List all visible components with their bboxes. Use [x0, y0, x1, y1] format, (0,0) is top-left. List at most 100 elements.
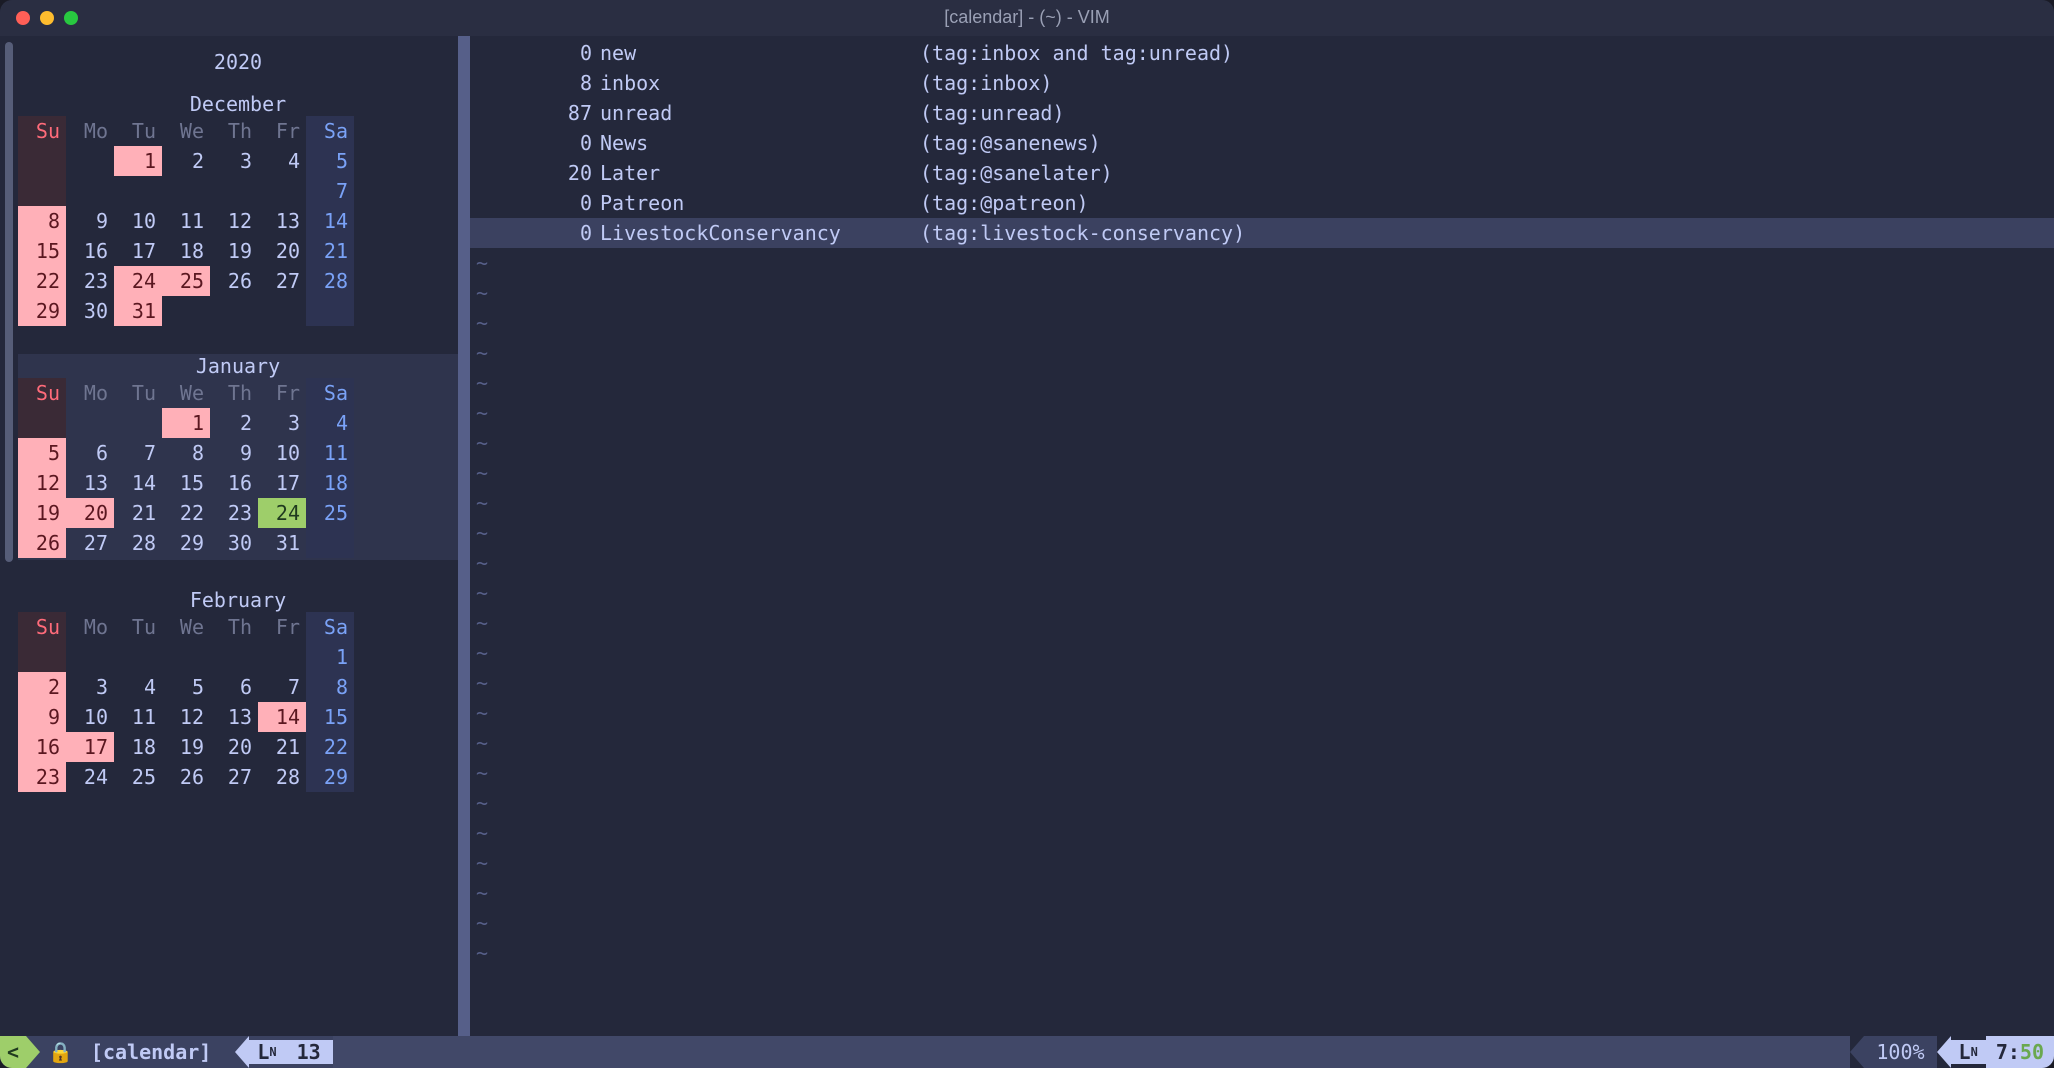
calendar-day[interactable]: 6 — [66, 438, 114, 468]
calendar-day[interactable]: 11 — [114, 702, 162, 732]
calendar-day[interactable]: 29 — [18, 296, 66, 326]
calendar-day[interactable]: 10 — [114, 206, 162, 236]
calendar-day[interactable]: 28 — [306, 266, 354, 296]
calendar-day[interactable]: 23 — [66, 266, 114, 296]
calendar-day[interactable]: 12 — [210, 206, 258, 236]
scrollbar-track[interactable] — [0, 36, 18, 1036]
calendar-day[interactable]: 11 — [162, 206, 210, 236]
calendar-day[interactable]: 3 — [210, 146, 258, 176]
calendar-day[interactable]: 21 — [258, 732, 306, 762]
calendar-day[interactable]: 13 — [210, 702, 258, 732]
calendar-day[interactable]: 3 — [66, 672, 114, 702]
calendar-day[interactable]: 15 — [306, 702, 354, 732]
calendar-day[interactable]: 20 — [210, 732, 258, 762]
calendar-sidebar[interactable]: 2020 DecemberSuMoTuWeThFrSa1234578910111… — [18, 36, 458, 1036]
calendar-day[interactable]: 8 — [162, 438, 210, 468]
calendar-day[interactable]: 17 — [66, 732, 114, 762]
calendar-day[interactable]: 11 — [306, 438, 354, 468]
calendar-day[interactable]: 31 — [258, 528, 306, 558]
calendar-day[interactable]: 24 — [66, 762, 114, 792]
folder-row[interactable]: 0new(tag:inbox and tag:unread) — [470, 38, 2054, 68]
calendar-day[interactable]: 17 — [114, 236, 162, 266]
calendar-day[interactable]: 14 — [306, 206, 354, 236]
calendar-day[interactable]: 25 — [162, 266, 210, 296]
calendar-day[interactable]: 20 — [258, 236, 306, 266]
calendar-day[interactable]: 3 — [258, 408, 306, 438]
folder-row[interactable]: 0LivestockConservancy(tag:livestock-cons… — [470, 218, 2054, 248]
folder-row[interactable]: 0News(tag:@sanenews) — [470, 128, 2054, 158]
calendar-day[interactable]: 12 — [18, 468, 66, 498]
calendar-day[interactable]: 2 — [18, 672, 66, 702]
calendar-day[interactable]: 6 — [210, 672, 258, 702]
calendar-day[interactable]: 22 — [18, 266, 66, 296]
calendar-day[interactable]: 15 — [162, 468, 210, 498]
calendar-day[interactable]: 4 — [114, 672, 162, 702]
calendar-day[interactable]: 12 — [162, 702, 210, 732]
calendar-day[interactable]: 13 — [258, 206, 306, 236]
folder-row[interactable]: 8inbox(tag:inbox) — [470, 68, 2054, 98]
calendar-day[interactable]: 9 — [18, 702, 66, 732]
calendar-day[interactable]: 17 — [258, 468, 306, 498]
calendar-day[interactable]: 21 — [114, 498, 162, 528]
calendar-day[interactable]: 27 — [66, 528, 114, 558]
calendar-day[interactable]: 1 — [306, 642, 354, 672]
editor-pane[interactable]: 0new(tag:inbox and tag:unread)8inbox(tag… — [470, 36, 2054, 1036]
calendar-day[interactable]: 24 — [258, 498, 306, 528]
calendar-day[interactable]: 8 — [306, 672, 354, 702]
calendar-day[interactable]: 1 — [162, 408, 210, 438]
calendar-day[interactable]: 5 — [18, 438, 66, 468]
calendar-day[interactable]: 16 — [66, 236, 114, 266]
calendar-day[interactable]: 9 — [210, 438, 258, 468]
calendar-day[interactable]: 22 — [306, 732, 354, 762]
calendar-day[interactable]: 24 — [114, 266, 162, 296]
calendar-day[interactable]: 25 — [306, 498, 354, 528]
calendar-day[interactable]: 31 — [114, 296, 162, 326]
calendar-day[interactable]: 25 — [114, 762, 162, 792]
zoom-icon[interactable] — [64, 11, 78, 25]
calendar-day[interactable]: 26 — [210, 266, 258, 296]
calendar-day[interactable]: 18 — [162, 236, 210, 266]
calendar-day[interactable]: 2 — [162, 146, 210, 176]
calendar-day[interactable]: 19 — [162, 732, 210, 762]
calendar-day[interactable]: 18 — [306, 468, 354, 498]
calendar-day[interactable]: 28 — [114, 528, 162, 558]
calendar-day[interactable]: 30 — [66, 296, 114, 326]
calendar-day[interactable]: 30 — [210, 528, 258, 558]
calendar-day[interactable]: 7 — [258, 672, 306, 702]
folder-row[interactable]: 0Patreon(tag:@patreon) — [470, 188, 2054, 218]
calendar-day[interactable]: 28 — [258, 762, 306, 792]
calendar-day[interactable]: 1 — [114, 146, 162, 176]
calendar-day[interactable]: 29 — [306, 762, 354, 792]
calendar-day[interactable]: 10 — [258, 438, 306, 468]
calendar-day[interactable]: 2 — [210, 408, 258, 438]
calendar-day[interactable]: 23 — [18, 762, 66, 792]
calendar-day[interactable]: 20 — [66, 498, 114, 528]
calendar-day[interactable]: 16 — [210, 468, 258, 498]
minimize-icon[interactable] — [40, 11, 54, 25]
calendar-day[interactable]: 27 — [210, 762, 258, 792]
calendar-day[interactable]: 5 — [162, 672, 210, 702]
calendar-day[interactable]: 14 — [114, 468, 162, 498]
calendar-day[interactable]: 29 — [162, 528, 210, 558]
calendar-day[interactable]: 18 — [114, 732, 162, 762]
calendar-day[interactable]: 15 — [18, 236, 66, 266]
calendar-day[interactable]: 21 — [306, 236, 354, 266]
folder-row[interactable]: 20Later(tag:@sanelater) — [470, 158, 2054, 188]
calendar-day[interactable]: 8 — [18, 206, 66, 236]
close-icon[interactable] — [16, 11, 30, 25]
calendar-day[interactable]: 19 — [18, 498, 66, 528]
calendar-day[interactable]: 22 — [162, 498, 210, 528]
calendar-day[interactable]: 4 — [258, 146, 306, 176]
calendar-day[interactable]: 16 — [18, 732, 66, 762]
calendar-day[interactable]: 14 — [258, 702, 306, 732]
calendar-day[interactable]: 9 — [66, 206, 114, 236]
calendar-day[interactable]: 13 — [66, 468, 114, 498]
folder-row[interactable]: 87unread(tag:unread) — [470, 98, 2054, 128]
calendar-day[interactable]: 26 — [162, 762, 210, 792]
calendar-day[interactable]: 27 — [258, 266, 306, 296]
calendar-day[interactable]: 7 — [114, 438, 162, 468]
calendar-day[interactable]: 26 — [18, 528, 66, 558]
calendar-day[interactable]: 4 — [306, 408, 354, 438]
vertical-split-border[interactable] — [458, 36, 470, 1036]
calendar-day[interactable]: 10 — [66, 702, 114, 732]
